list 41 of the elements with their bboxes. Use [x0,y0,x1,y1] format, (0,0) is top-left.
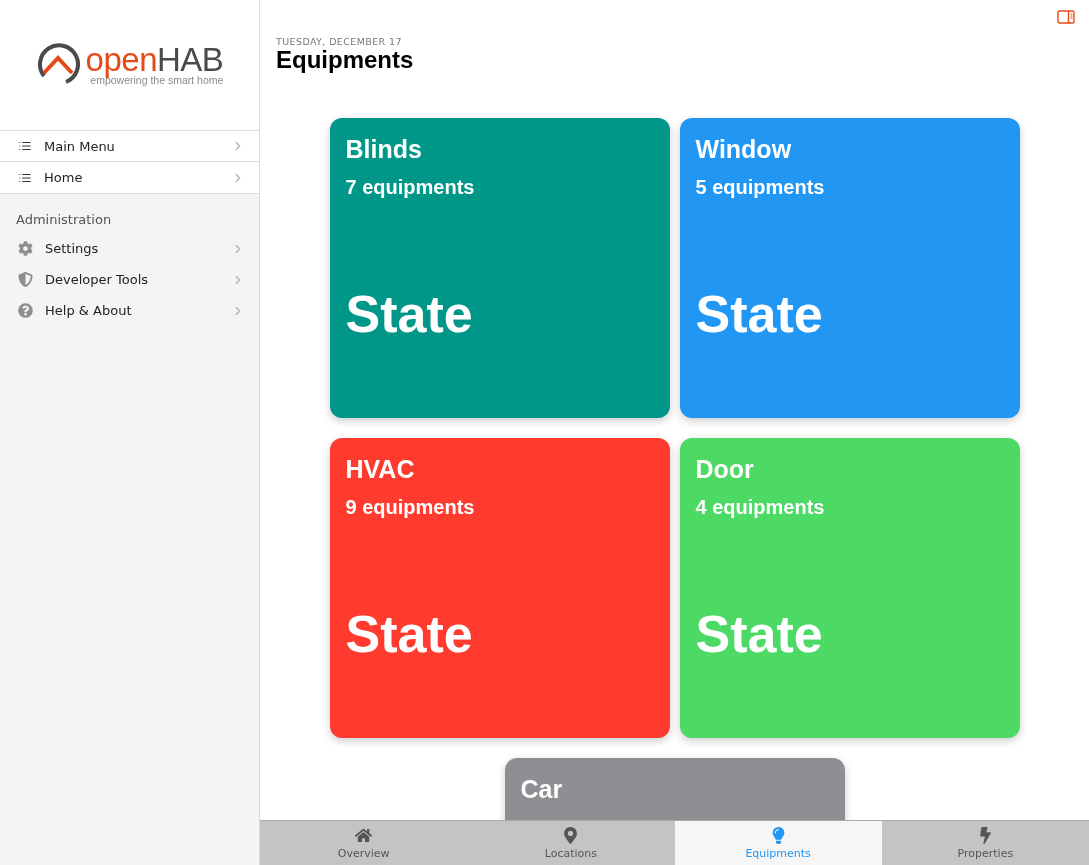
menu-item[interactable]: Settings [0,233,259,264]
equipment-card[interactable]: Window 5 equipments State [679,118,1020,418]
menu-item[interactable]: Developer Tools [0,264,259,295]
card-count: 7 equipments [345,176,476,199]
card-state: State [695,284,824,344]
home-icon [355,826,373,844]
card-title: Window [695,134,793,165]
card-state: State [695,604,824,664]
card-title: Blinds [345,134,423,165]
equipment-card[interactable]: Blinds 7 equipments State [329,118,670,418]
side-panel-button[interactable] [1057,10,1075,24]
tab[interactable]: Overview [260,821,468,865]
settings-icon [18,241,33,256]
chevron-icon [233,305,243,316]
card-count: 5 equipments [695,176,826,199]
help-icon [18,303,33,318]
card-title: Door [695,454,755,485]
section-title: Administration [15,211,113,229]
page-title: Equipments [276,47,415,73]
card-title: Car [520,774,564,805]
list-icon [18,139,32,153]
card-state: State [345,604,474,664]
chevron-icon [233,243,243,254]
map-pin-icon [562,826,580,844]
tab[interactable]: Equipments [674,821,882,865]
chevron-icon [233,274,243,285]
chevron-icon [233,172,243,183]
card-count: 4 equipments [695,496,826,519]
tab[interactable]: Locations [467,821,675,865]
card-state: State [345,284,474,344]
chevron-icon [233,141,243,151]
card-title: HVAC [345,454,416,485]
menu-item[interactable]: Main Menu [0,131,259,162]
tab[interactable]: Properties [881,821,1089,865]
card-count: 9 equipments [345,496,476,519]
equipment-card[interactable]: HVAC 9 equipments State [329,438,670,738]
menu-item[interactable]: Help & About [0,295,259,326]
menu-item[interactable]: Home [0,162,259,193]
date-label: TUESDAY, DECEMBER 17 [276,36,403,47]
equipment-card[interactable]: Car [504,758,845,820]
shield-icon [18,272,33,287]
